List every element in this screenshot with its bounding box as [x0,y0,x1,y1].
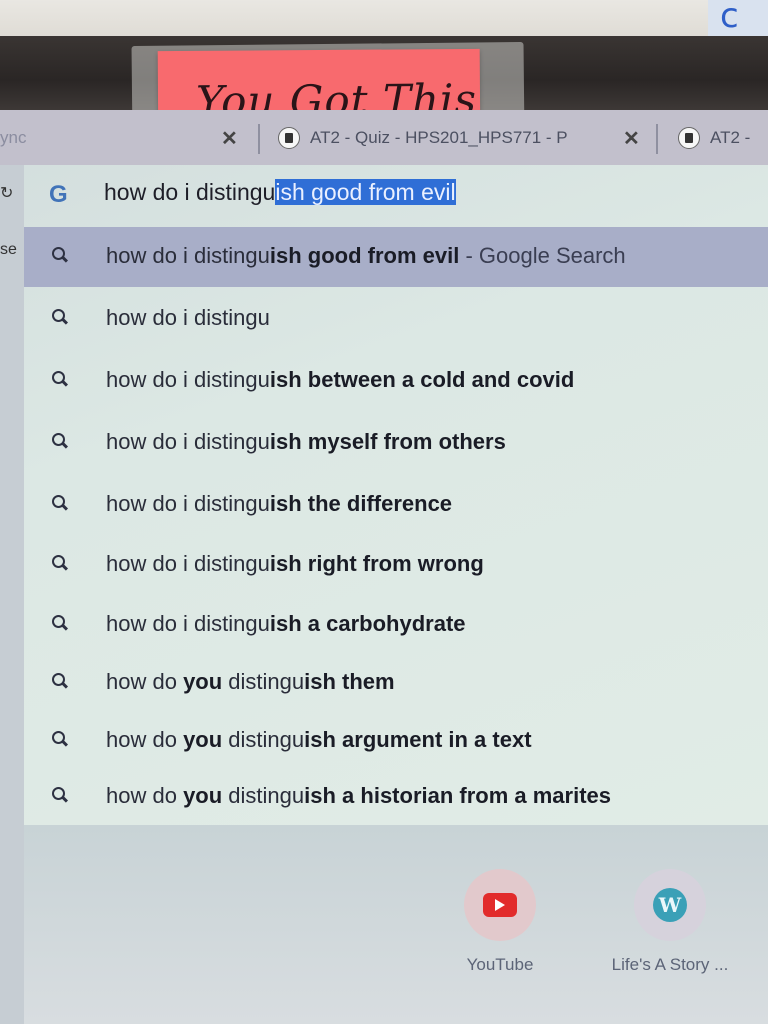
pdf-icon [678,127,700,149]
suggestion-row[interactable]: how do i distinguish myself from others [24,413,768,473]
suggestion-text: how do you distinguish a historian from … [106,783,612,808]
wordpress-icon: W [634,869,706,941]
tab-at2-label: AT2 - [710,128,751,147]
suggestion-text: how do i distinguish myself from others [106,429,506,454]
suggestion-text: how do i distinguish good from evil - Go… [106,243,626,268]
search-icon [52,371,69,387]
tab-divider [656,124,658,154]
search-icon [52,731,69,747]
wall-poster: c [708,0,768,40]
suggestion-text: how do i distingu [106,305,270,330]
tab-divider [258,124,260,154]
suggestion-row[interactable]: how do you distinguish a historian from … [24,767,768,827]
tab-at2-quiz-label: AT2 - Quiz - HPS201_HPS771 - P [310,128,568,147]
shortcut-label: Life's A Story ... [611,955,729,974]
suggestion-text: how do i distinguish the difference [106,491,453,516]
shortcut-lifes-a-story[interactable]: W Life's A Story ... [600,869,740,975]
google-g-icon: G [49,181,68,208]
omnibox-dropdown: G how do i distinguish good from evil ho… [24,165,768,825]
suggestion-text: how do i distinguish right from wrong [106,551,484,576]
suggestion-row[interactable]: how do you distinguish them [24,653,768,713]
omnibox-input[interactable]: how do i distinguish good from evil [104,179,456,206]
suggestion-text: how do i distinguish a carbohydrate [106,611,466,636]
suggestion-row[interactable]: how do i distinguish the difference [24,475,768,535]
suggestion-text: how do i distinguish between a cold and … [106,367,575,392]
tab-sync[interactable]: ync ✕ [0,122,250,154]
close-icon[interactable]: ✕ [623,126,640,151]
page-text-fragment: se [0,241,17,258]
suggestion-text: how do you distinguish argument in a tex… [106,727,532,752]
page-icon: ↻ [0,185,14,202]
suggestion-row[interactable]: how do i distinguish right from wrong [24,535,768,595]
shortcut-label: YouTube [466,955,534,974]
omnibox-typed-text: how do i distingu [104,179,276,205]
omnibox-autocomplete-selection: ish good from evil [275,179,456,205]
monitor-bezel: You Got This [0,36,768,144]
tab-sync-label: ync [0,128,27,147]
tab-at2-quiz[interactable]: AT2 - Quiz - HPS201_HPS771 - P ✕ [278,122,648,154]
suggestion-row[interactable]: how do i distinguish between a cold and … [24,351,768,411]
page-background-left: ↻ se [0,165,24,1024]
close-icon[interactable]: ✕ [221,126,238,151]
suggestion-row[interactable]: how do you distinguish argument in a tex… [24,711,768,771]
suggestion-row[interactable]: how do i distinguish a carbohydrate [24,595,768,655]
search-icon [52,495,69,511]
search-icon [52,247,69,263]
youtube-icon [464,869,536,941]
search-icon [52,673,69,689]
new-tab-page: YouTube W Life's A Story ... [24,825,768,1024]
omnibox[interactable]: G how do i distinguish good from evil [24,165,768,227]
pdf-icon [278,127,300,149]
shortcut-youtube[interactable]: YouTube [430,869,570,975]
search-icon [52,309,69,325]
suggestion-text: how do you distinguish them [106,669,395,694]
search-icon [52,787,69,803]
background-wall: c [0,0,768,40]
search-icon [52,615,69,631]
tab-strip: ync ✕ AT2 - Quiz - HPS201_HPS771 - P ✕ A… [0,110,768,165]
suggestion-row[interactable]: how do i distinguish good from evil - Go… [24,227,768,287]
search-icon [52,555,69,571]
tab-at2[interactable]: AT2 - [678,122,768,154]
search-icon [52,433,69,449]
suggestion-row[interactable]: how do i distingu [24,289,768,349]
